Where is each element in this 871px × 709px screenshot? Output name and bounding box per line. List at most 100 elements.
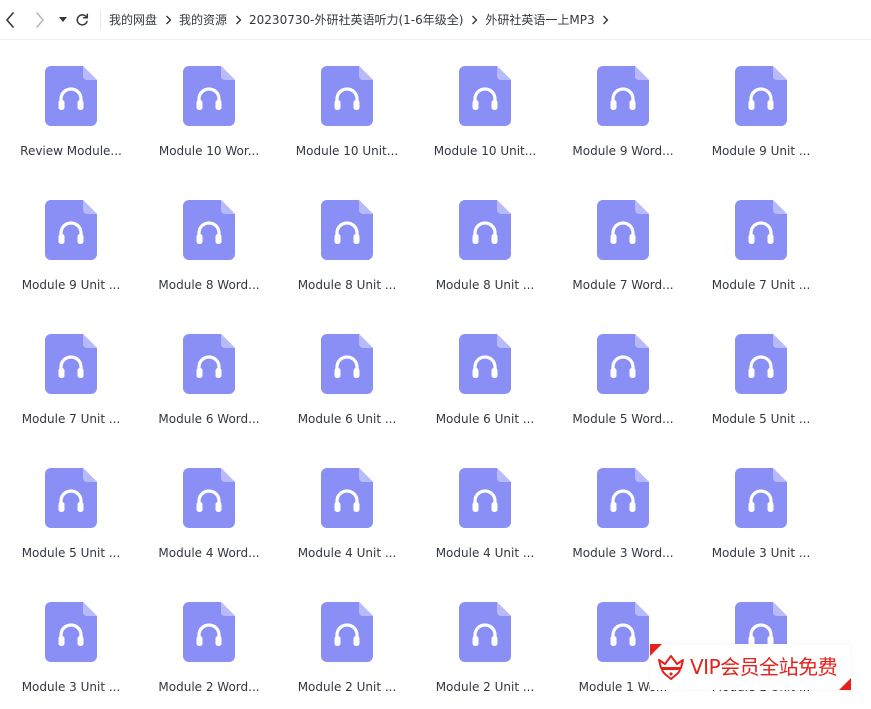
audio-file-icon: [735, 66, 787, 126]
file-name: Module 7 Word...: [572, 278, 674, 292]
file-item[interactable]: Module 4 Word...: [145, 442, 273, 562]
audio-file-icon: [735, 200, 787, 260]
file-item[interactable]: Module 10 Unit...: [283, 40, 411, 160]
file-name: Module 5 Word...: [572, 412, 674, 426]
file-item[interactable]: Module 2 Unit ...: [283, 576, 411, 696]
file-item[interactable]: Module 5 Unit ...: [697, 308, 825, 428]
file-name: Module 7 Unit ...: [711, 278, 811, 292]
audio-file-icon: [459, 602, 511, 662]
audio-file-icon: [183, 334, 235, 394]
audio-file-icon: [45, 200, 97, 260]
file-name: Module 10 Wor...: [158, 144, 260, 158]
file-name: Module 4 Unit ...: [297, 546, 397, 560]
file-item[interactable]: Module 6 Unit ...: [283, 308, 411, 428]
file-item[interactable]: Module 3 Unit ...: [697, 442, 825, 562]
file-name: Module 6 Unit ...: [297, 412, 397, 426]
file-item[interactable]: Module 6 Unit ...: [421, 308, 549, 428]
refresh-icon: [76, 12, 89, 26]
audio-file-icon: [459, 334, 511, 394]
breadcrumb-chevron-icon: [465, 15, 483, 25]
breadcrumb-chevron-icon: [597, 15, 615, 25]
vip-watermark: VIP会员全站免费: [650, 644, 851, 690]
breadcrumb-chevron-icon: [229, 15, 247, 25]
audio-file-icon: [459, 468, 511, 528]
file-name: Module 9 Unit ...: [21, 278, 121, 292]
file-item[interactable]: Module 8 Unit ...: [283, 174, 411, 294]
audio-file-icon: [183, 468, 235, 528]
audio-file-icon: [597, 468, 649, 528]
audio-file-icon: [735, 334, 787, 394]
audio-file-icon: [597, 200, 649, 260]
file-name: Module 4 Unit ...: [435, 546, 535, 560]
file-item[interactable]: Review Module...: [7, 40, 135, 160]
refresh-button[interactable]: [72, 9, 92, 31]
crown-heart-logo-icon: [658, 655, 684, 680]
file-item[interactable]: Module 4 Unit ...: [283, 442, 411, 562]
audio-file-icon: [183, 66, 235, 126]
forward-button[interactable]: [30, 9, 50, 31]
audio-file-icon: [597, 602, 649, 662]
file-item[interactable]: Module 3 Unit ...: [7, 576, 135, 696]
audio-file-icon: [45, 468, 97, 528]
file-item[interactable]: Module 5 Unit ...: [7, 442, 135, 562]
breadcrumb-item-current-folder[interactable]: 外研社英语一上MP3: [483, 11, 596, 28]
file-item[interactable]: Module 8 Word...: [145, 174, 273, 294]
file-name: Module 7 Unit ...: [21, 412, 121, 426]
file-name: Module 6 Word...: [158, 412, 260, 426]
file-item[interactable]: Module 9 Unit ...: [7, 174, 135, 294]
file-item[interactable]: Module 5 Word...: [559, 308, 687, 428]
breadcrumb-item-folder[interactable]: 20230730-外研社英语听力(1-6年级全): [247, 11, 465, 28]
breadcrumb-chevron-icon: [159, 15, 177, 25]
audio-file-icon: [735, 468, 787, 528]
audio-file-icon: [597, 66, 649, 126]
breadcrumb: 我的网盘 我的资源 20230730-外研社英语听力(1-6年级全) 外研社英语…: [107, 11, 615, 28]
watermark-text: VIP会员全站免费: [690, 655, 838, 679]
audio-file-icon: [321, 66, 373, 126]
audio-file-icon: [321, 602, 373, 662]
audio-file-icon: [183, 200, 235, 260]
watermark-corner: [839, 678, 851, 690]
toolbar-divider: [100, 9, 101, 30]
file-item[interactable]: Module 2 Unit ...: [421, 576, 549, 696]
file-name: Module 8 Word...: [158, 278, 260, 292]
file-item[interactable]: Module 7 Unit ...: [7, 308, 135, 428]
file-item[interactable]: Module 2 Word...: [145, 576, 273, 696]
file-name: Module 3 Unit ...: [21, 680, 121, 694]
back-button[interactable]: [0, 9, 20, 31]
audio-file-icon: [183, 602, 235, 662]
audio-file-icon: [321, 334, 373, 394]
audio-file-icon: [45, 602, 97, 662]
file-name: Module 5 Unit ...: [711, 412, 811, 426]
file-item[interactable]: Module 3 Word...: [559, 442, 687, 562]
audio-file-icon: [459, 66, 511, 126]
audio-file-icon: [597, 334, 649, 394]
chevron-right-icon: [36, 11, 44, 28]
audio-file-icon: [459, 200, 511, 260]
file-item[interactable]: Module 10 Wor...: [145, 40, 273, 160]
chevron-left-icon: [6, 11, 14, 28]
file-name: Module 9 Unit ...: [711, 144, 811, 158]
file-item[interactable]: Module 8 Unit ...: [421, 174, 549, 294]
toolbar: 我的网盘 我的资源 20230730-外研社英语听力(1-6年级全) 外研社英语…: [0, 0, 871, 40]
audio-file-icon: [45, 66, 97, 126]
file-item[interactable]: Module 6 Word...: [145, 308, 273, 428]
file-name: Module 10 Unit...: [433, 144, 537, 158]
audio-file-icon: [45, 334, 97, 394]
file-name: Module 10 Unit...: [295, 144, 399, 158]
file-name: Module 2 Unit ...: [435, 680, 535, 694]
file-item[interactable]: Module 10 Unit...: [421, 40, 549, 160]
file-item[interactable]: Module 7 Word...: [559, 174, 687, 294]
file-name: Review Module...: [20, 144, 122, 158]
file-name: Module 2 Unit ...: [297, 680, 397, 694]
file-item[interactable]: Module 9 Unit ...: [697, 40, 825, 160]
file-item[interactable]: Module 9 Word...: [559, 40, 687, 160]
breadcrumb-item-my-resources[interactable]: 我的资源: [177, 11, 229, 28]
file-name: Module 3 Word...: [572, 546, 674, 560]
history-dropdown-button[interactable]: [56, 9, 70, 31]
file-name: Module 8 Unit ...: [435, 278, 535, 292]
file-grid: Review Module... Module 10 Wor... Module…: [0, 40, 871, 709]
breadcrumb-item-my-drive[interactable]: 我的网盘: [107, 11, 159, 28]
file-item[interactable]: Module 4 Unit ...: [421, 442, 549, 562]
file-name: Module 3 Unit ...: [711, 546, 811, 560]
file-item[interactable]: Module 7 Unit ...: [697, 174, 825, 294]
